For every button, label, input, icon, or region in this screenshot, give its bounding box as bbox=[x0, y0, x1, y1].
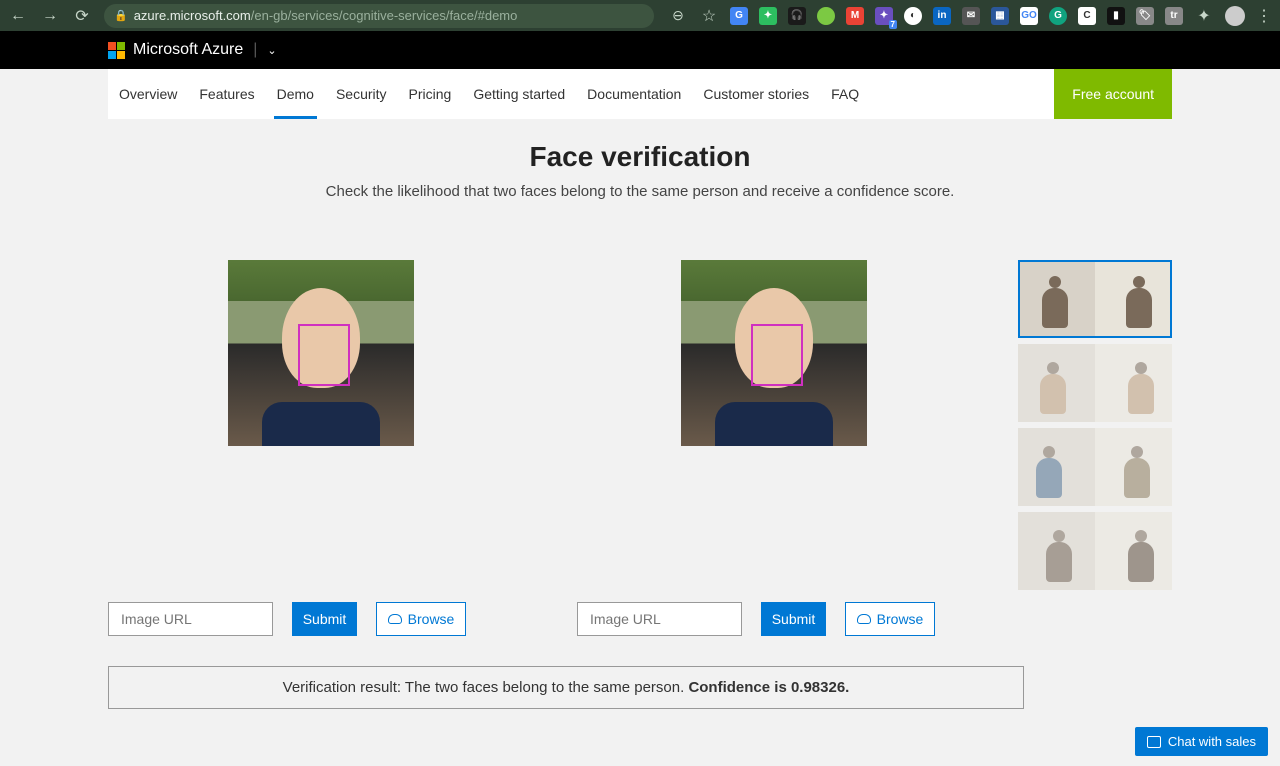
gmail-ext-icon[interactable]: M bbox=[846, 7, 864, 25]
address-bar[interactable]: 🔒 azure.microsoft.com/en-gb/services/cog… bbox=[104, 4, 654, 28]
browse-button-2[interactable]: Browse bbox=[845, 602, 935, 636]
extensions-icon[interactable]: ✦ bbox=[1194, 6, 1214, 26]
free-account-button[interactable]: Free account bbox=[1054, 69, 1172, 119]
microsoft-azure-logo[interactable]: Microsoft Azure bbox=[108, 41, 243, 59]
grammarly-ext-icon[interactable]: G bbox=[1049, 7, 1067, 25]
forward-icon[interactable]: → bbox=[40, 7, 60, 25]
upload-icon bbox=[857, 614, 871, 624]
headphones-ext-icon[interactable]: 🎧 bbox=[788, 7, 806, 25]
translate-ext-icon[interactable]: G bbox=[730, 7, 748, 25]
azure-header: Microsoft Azure | ⌄ bbox=[0, 31, 1280, 69]
circle-ext-icon[interactable]: ◐ bbox=[904, 7, 922, 25]
reload-icon[interactable]: ⟳ bbox=[72, 6, 92, 26]
url-text: azure.microsoft.com/en-gb/services/cogni… bbox=[134, 8, 518, 23]
upload-icon bbox=[388, 614, 402, 624]
menu-icon[interactable]: ⋮ bbox=[1256, 6, 1272, 26]
lock-icon: 🔒 bbox=[114, 9, 128, 22]
page-subtitle: Check the likelihood that two faces belo… bbox=[0, 183, 1280, 200]
tag-ext-icon[interactable]: 🏷 bbox=[1136, 7, 1154, 25]
browser-bar: ← → ⟳ 🔒 azure.microsoft.com/en-gb/servic… bbox=[0, 0, 1280, 31]
demo-area bbox=[108, 260, 1172, 590]
go-ext-icon[interactable]: GO bbox=[1020, 7, 1038, 25]
nav-getting-started[interactable]: Getting started bbox=[462, 69, 576, 119]
microsoft-logo-icon bbox=[108, 42, 125, 59]
product-subnav: Overview Features Demo Security Pricing … bbox=[108, 69, 1172, 119]
c-ext-icon[interactable]: C bbox=[1078, 7, 1096, 25]
green-ext-icon[interactable] bbox=[817, 7, 835, 25]
zoom-icon[interactable]: ⊖ bbox=[668, 7, 688, 24]
sample-thumb-3[interactable] bbox=[1018, 428, 1172, 506]
dark-ext-icon[interactable]: ▮ bbox=[1107, 7, 1125, 25]
profile-avatar-icon[interactable] bbox=[1225, 6, 1245, 26]
nav-customer-stories[interactable]: Customer stories bbox=[692, 69, 820, 119]
nav-pricing[interactable]: Pricing bbox=[398, 69, 463, 119]
detection-box-left bbox=[298, 324, 350, 386]
header-separator: | bbox=[253, 41, 257, 59]
result-text: Verification result: The two faces belon… bbox=[283, 679, 689, 696]
brand-text: Microsoft Azure bbox=[133, 41, 243, 59]
toolbar-right: ⊖ ☆ G ✦ 🎧 M ✦7 ◐ in ✉ ▦ GO G C ▮ 🏷 tr ✦ … bbox=[668, 6, 1272, 26]
sample-thumb-4[interactable] bbox=[1018, 512, 1172, 590]
submit-button-2[interactable]: Submit bbox=[761, 602, 826, 636]
page-title: Face verification bbox=[0, 141, 1280, 173]
tr-ext-icon[interactable]: tr bbox=[1165, 7, 1183, 25]
nav-security[interactable]: Security bbox=[325, 69, 398, 119]
nav-demo[interactable]: Demo bbox=[266, 69, 325, 119]
excel-ext-icon[interactable]: ▦ bbox=[991, 7, 1009, 25]
control-group-left: Submit Browse bbox=[108, 602, 466, 636]
chat-label: Chat with sales bbox=[1168, 734, 1256, 749]
confidence-text: Confidence is 0.98326. bbox=[688, 679, 849, 696]
linkedin-ext-icon[interactable]: in bbox=[933, 7, 951, 25]
upload-controls: Submit Browse Submit Browse bbox=[108, 602, 1172, 636]
sample-thumb-1[interactable] bbox=[1018, 260, 1172, 338]
submit-button-1[interactable]: Submit bbox=[292, 602, 357, 636]
browse-button-1[interactable]: Browse bbox=[376, 602, 466, 636]
sample-thumb-2[interactable] bbox=[1018, 344, 1172, 422]
face-image-right bbox=[681, 260, 867, 446]
nav-documentation[interactable]: Documentation bbox=[576, 69, 692, 119]
nav-features[interactable]: Features bbox=[188, 69, 265, 119]
face-image-left bbox=[228, 260, 414, 446]
purple-ext-icon[interactable]: ✦7 bbox=[875, 7, 893, 25]
image-url-input-1[interactable] bbox=[108, 602, 273, 636]
back-icon[interactable]: ← bbox=[8, 7, 28, 25]
chat-with-sales-button[interactable]: Chat with sales bbox=[1135, 727, 1268, 756]
nav-faq[interactable]: FAQ bbox=[820, 69, 870, 119]
chevron-down-icon[interactable]: ⌄ bbox=[267, 44, 276, 57]
evernote-ext-icon[interactable]: ✦ bbox=[759, 7, 777, 25]
detection-box-right bbox=[751, 324, 803, 386]
image-url-input-2[interactable] bbox=[577, 602, 742, 636]
sample-thumbnails bbox=[1018, 260, 1172, 590]
verification-result: Verification result: The two faces belon… bbox=[108, 666, 1024, 709]
chat-icon bbox=[1147, 736, 1161, 748]
star-icon[interactable]: ☆ bbox=[699, 6, 719, 26]
nav-overview[interactable]: Overview bbox=[108, 69, 188, 119]
control-group-right: Submit Browse bbox=[577, 602, 935, 636]
mail-ext-icon[interactable]: ✉ bbox=[962, 7, 980, 25]
